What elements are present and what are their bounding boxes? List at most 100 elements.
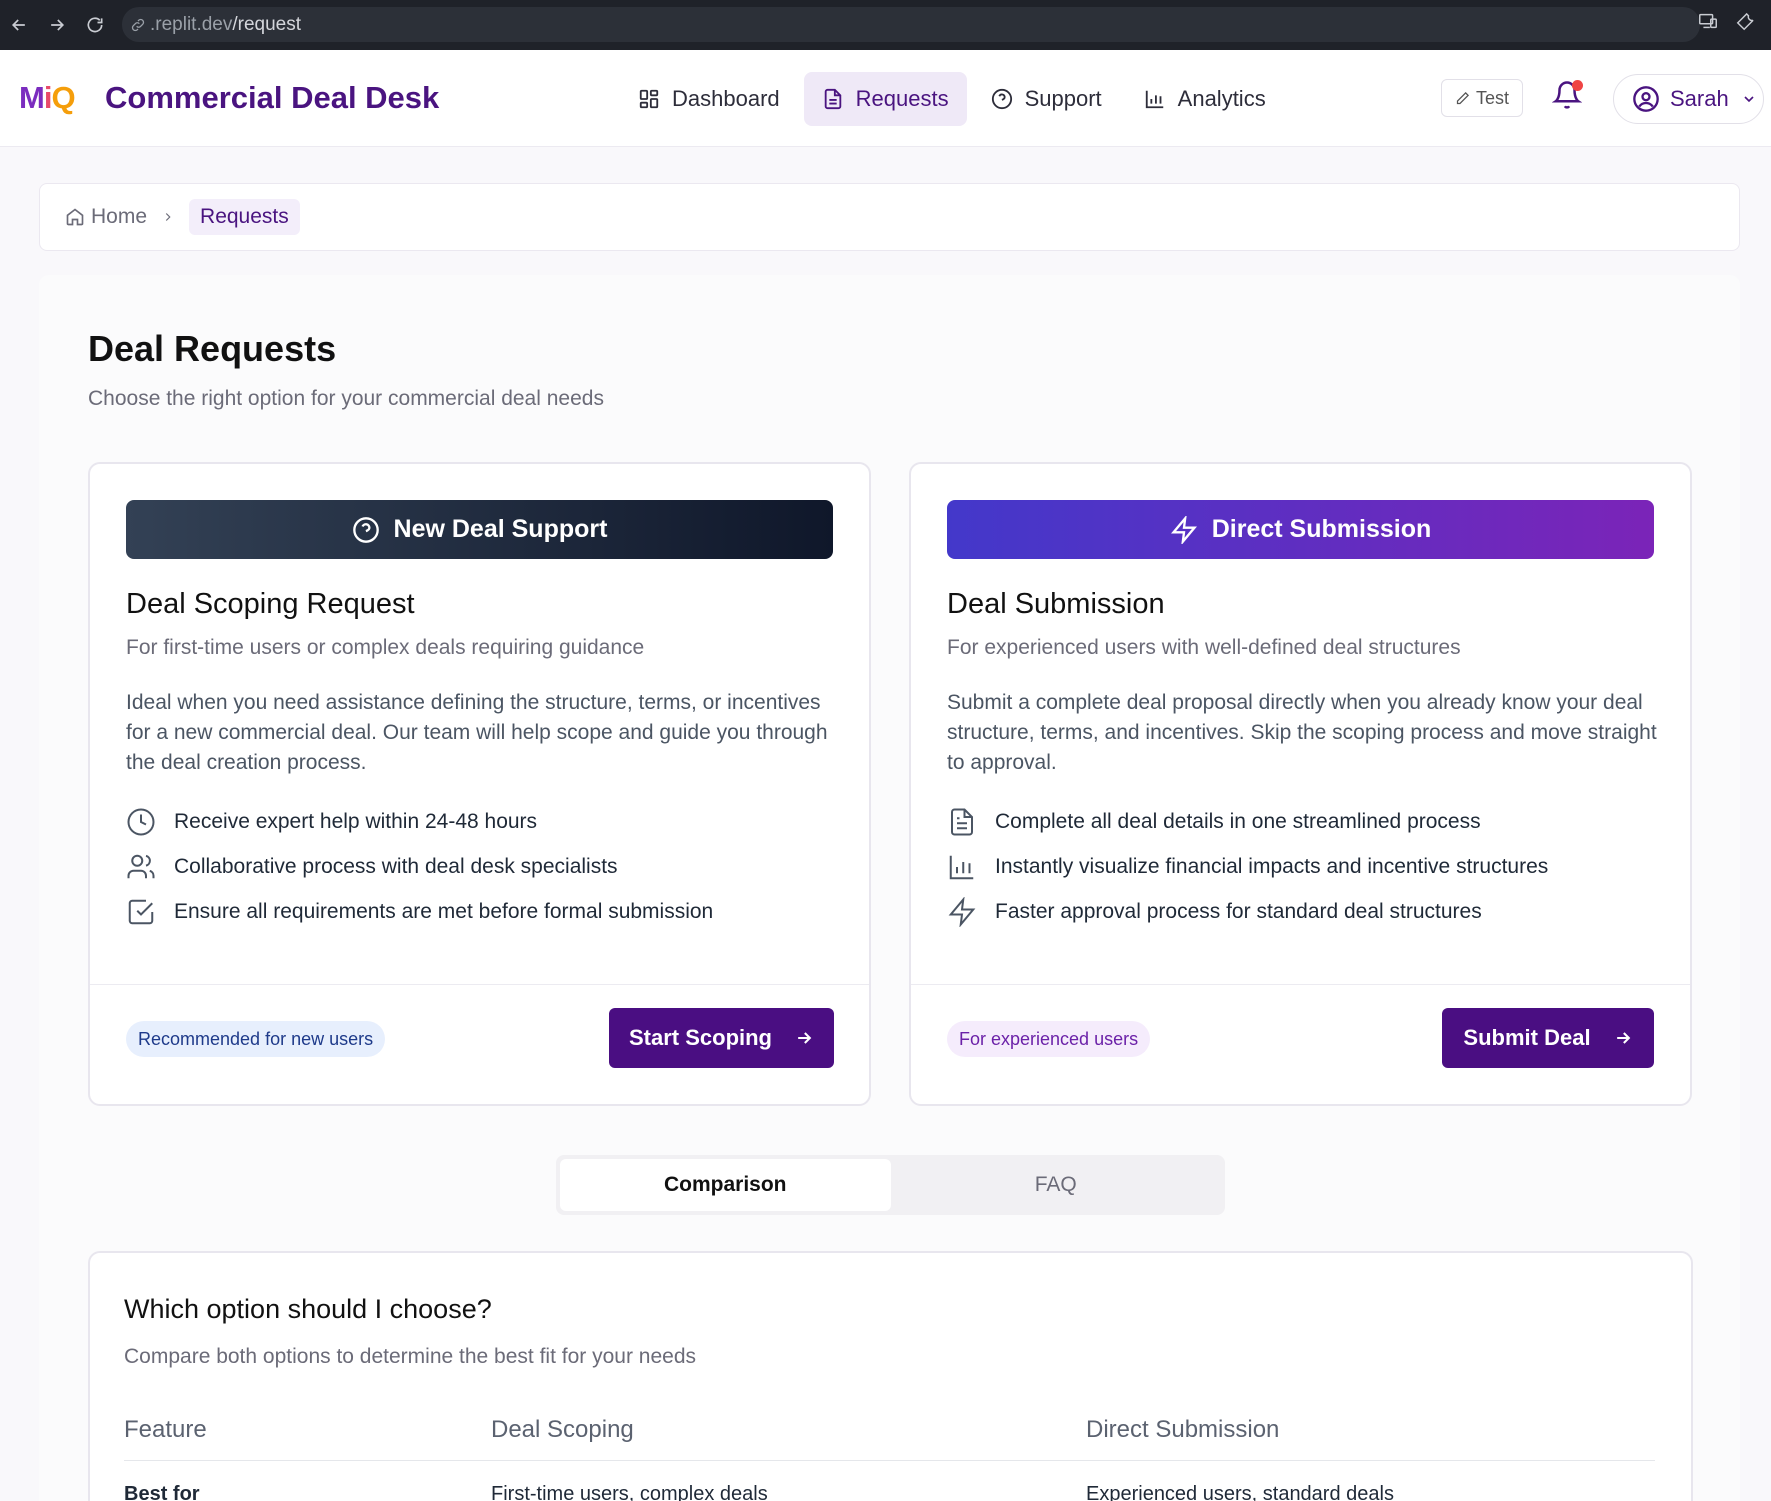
table-cell: Best for bbox=[124, 1482, 200, 1501]
nav-requests-label: Requests bbox=[855, 86, 949, 111]
feature-text: Receive expert help within 24-48 hours bbox=[174, 809, 538, 833]
tab-bar: Comparison FAQ bbox=[556, 1155, 1225, 1215]
feature-list: Complete all deal details in one streaml… bbox=[947, 799, 1548, 934]
list-item: Faster approval process for standard dea… bbox=[947, 889, 1548, 934]
breadcrumb-home[interactable]: Home bbox=[91, 205, 147, 229]
feature-text: Ensure all requirements are met before f… bbox=[174, 899, 714, 923]
help-circle-icon bbox=[352, 516, 379, 543]
feature-list: Receive expert help within 24-48 hours C… bbox=[126, 799, 713, 934]
zap-icon bbox=[1170, 515, 1197, 544]
comparison-title: Which option should I choose? bbox=[124, 1294, 492, 1324]
new-deal-support-banner: New Deal Support bbox=[126, 500, 833, 559]
bar-chart-icon bbox=[949, 855, 974, 879]
tab-faq[interactable]: FAQ bbox=[891, 1159, 1222, 1211]
test-button[interactable]: Test bbox=[1441, 79, 1523, 117]
tab-comparison[interactable]: Comparison bbox=[560, 1159, 891, 1211]
zap-icon bbox=[948, 896, 976, 927]
start-scoping-button[interactable]: Start Scoping bbox=[609, 1008, 834, 1068]
status-badge: Recommended for new users bbox=[126, 1021, 386, 1057]
table-header-row: Feature Deal Scoping Direct Submission bbox=[124, 1401, 1655, 1461]
card-tagline: For first-time users or complex deals re… bbox=[126, 636, 645, 659]
submit-deal-button[interactable]: Submit Deal bbox=[1442, 1008, 1654, 1068]
banner-label: New Deal Support bbox=[393, 515, 608, 543]
notification-dot bbox=[1572, 80, 1583, 91]
comparison-subtitle: Compare both options to determine the be… bbox=[124, 1345, 696, 1368]
miq-logo[interactable]: MiQ bbox=[19, 80, 76, 116]
browser-toolbar: .replit.dev/request bbox=[0, 0, 1771, 50]
card-title: Deal Submission bbox=[947, 588, 1165, 620]
nav-dashboard[interactable]: Dashboard bbox=[620, 72, 798, 126]
nav-analytics-label: Analytics bbox=[1177, 86, 1266, 111]
divider bbox=[911, 984, 1690, 985]
divider bbox=[90, 984, 869, 985]
nav-support[interactable]: Support bbox=[973, 72, 1120, 126]
address-bar[interactable]: .replit.dev/request bbox=[122, 7, 1700, 42]
user-circle-icon bbox=[1633, 86, 1659, 112]
list-item: Instantly visualize financial impacts an… bbox=[947, 844, 1548, 889]
wrench-icon[interactable] bbox=[1735, 10, 1757, 32]
table-cell: First-time users, complex deals bbox=[491, 1482, 768, 1501]
users-icon bbox=[127, 854, 155, 878]
app-title[interactable]: Commercial Deal Desk bbox=[105, 80, 439, 116]
notifications-button[interactable] bbox=[1551, 80, 1584, 116]
page-title: Deal Requests bbox=[88, 328, 337, 369]
list-item: Receive expert help within 24-48 hours bbox=[126, 799, 713, 844]
deal-submission-card: Direct Submission Deal Submission For ex… bbox=[909, 462, 1692, 1106]
direct-submission-banner: Direct Submission bbox=[947, 500, 1654, 559]
feature-text: Instantly visualize financial impacts an… bbox=[995, 854, 1549, 878]
top-nav: Dashboard Requests Support Analytics bbox=[620, 72, 1284, 126]
comparison-table: Feature Deal Scoping Direct Submission B… bbox=[124, 1401, 1655, 1501]
forward-icon[interactable] bbox=[38, 6, 76, 44]
deal-scoping-card: New Deal Support Deal Scoping Request Fo… bbox=[88, 462, 871, 1106]
card-description: Submit a complete deal proposal directly… bbox=[947, 691, 1657, 774]
user-name: Sarah bbox=[1670, 86, 1729, 111]
document-icon bbox=[824, 88, 841, 110]
table-row: Best for First-time users, complex deals… bbox=[124, 1460, 1655, 1501]
breadcrumb: Home Requests bbox=[39, 183, 1740, 251]
column-header: Direct Submission bbox=[1086, 1401, 1655, 1461]
arrow-right-icon bbox=[1616, 1032, 1630, 1044]
reload-icon[interactable] bbox=[76, 6, 114, 44]
back-icon[interactable] bbox=[0, 6, 38, 44]
test-button-label: Test bbox=[1475, 87, 1509, 108]
column-header: Deal Scoping bbox=[491, 1401, 1086, 1461]
card-title: Deal Scoping Request bbox=[126, 588, 415, 620]
home-icon bbox=[66, 208, 84, 226]
url-host: .replit.dev bbox=[150, 13, 233, 35]
link-icon bbox=[131, 18, 145, 31]
user-menu-button[interactable]: Sarah bbox=[1613, 74, 1764, 124]
grid-icon bbox=[639, 89, 659, 109]
feature-text: Collaborative process with deal desk spe… bbox=[174, 854, 618, 878]
page-subtitle: Choose the right option for your commerc… bbox=[88, 387, 604, 410]
chevron-right-icon bbox=[165, 213, 171, 221]
feature-text: Complete all deal details in one streaml… bbox=[995, 809, 1481, 833]
bar-chart-icon bbox=[1145, 90, 1163, 109]
card-tagline: For experienced users with well-defined … bbox=[947, 636, 1461, 659]
column-header: Feature bbox=[124, 1401, 491, 1461]
pencil-icon bbox=[1456, 91, 1469, 104]
nav-analytics[interactable]: Analytics bbox=[1126, 72, 1284, 126]
help-circle-icon bbox=[991, 88, 1012, 110]
cta-label: Submit Deal bbox=[1463, 1025, 1591, 1050]
list-item: Complete all deal details in one streaml… bbox=[947, 799, 1548, 844]
url-path: /request bbox=[232, 13, 302, 35]
nav-dashboard-label: Dashboard bbox=[672, 86, 780, 111]
table-cell: Experienced users, standard deals bbox=[1086, 1482, 1394, 1501]
chevron-down-icon bbox=[1744, 96, 1754, 103]
status-badge: For experienced users bbox=[947, 1021, 1151, 1057]
cta-label: Start Scoping bbox=[628, 1025, 772, 1050]
nav-requests[interactable]: Requests bbox=[803, 72, 967, 126]
breadcrumb-current: Requests bbox=[189, 199, 300, 235]
clock-icon bbox=[127, 808, 155, 835]
check-square-icon bbox=[128, 899, 154, 924]
feature-text: Faster approval process for standard dea… bbox=[995, 899, 1482, 923]
arrow-right-icon bbox=[798, 1032, 812, 1044]
list-item: Ensure all requirements are met before f… bbox=[126, 889, 713, 934]
card-description: Ideal when you need assistance defining … bbox=[126, 691, 828, 774]
file-text-icon bbox=[951, 808, 973, 835]
nav-support-label: Support bbox=[1024, 86, 1102, 111]
comparison-panel: Which option should I choose? Compare bo… bbox=[88, 1251, 1693, 1501]
banner-label: Direct Submission bbox=[1211, 515, 1432, 543]
app-header: MiQ Commercial Deal Desk Dashboard Reque… bbox=[0, 50, 1771, 147]
devices-icon[interactable] bbox=[1697, 10, 1719, 32]
